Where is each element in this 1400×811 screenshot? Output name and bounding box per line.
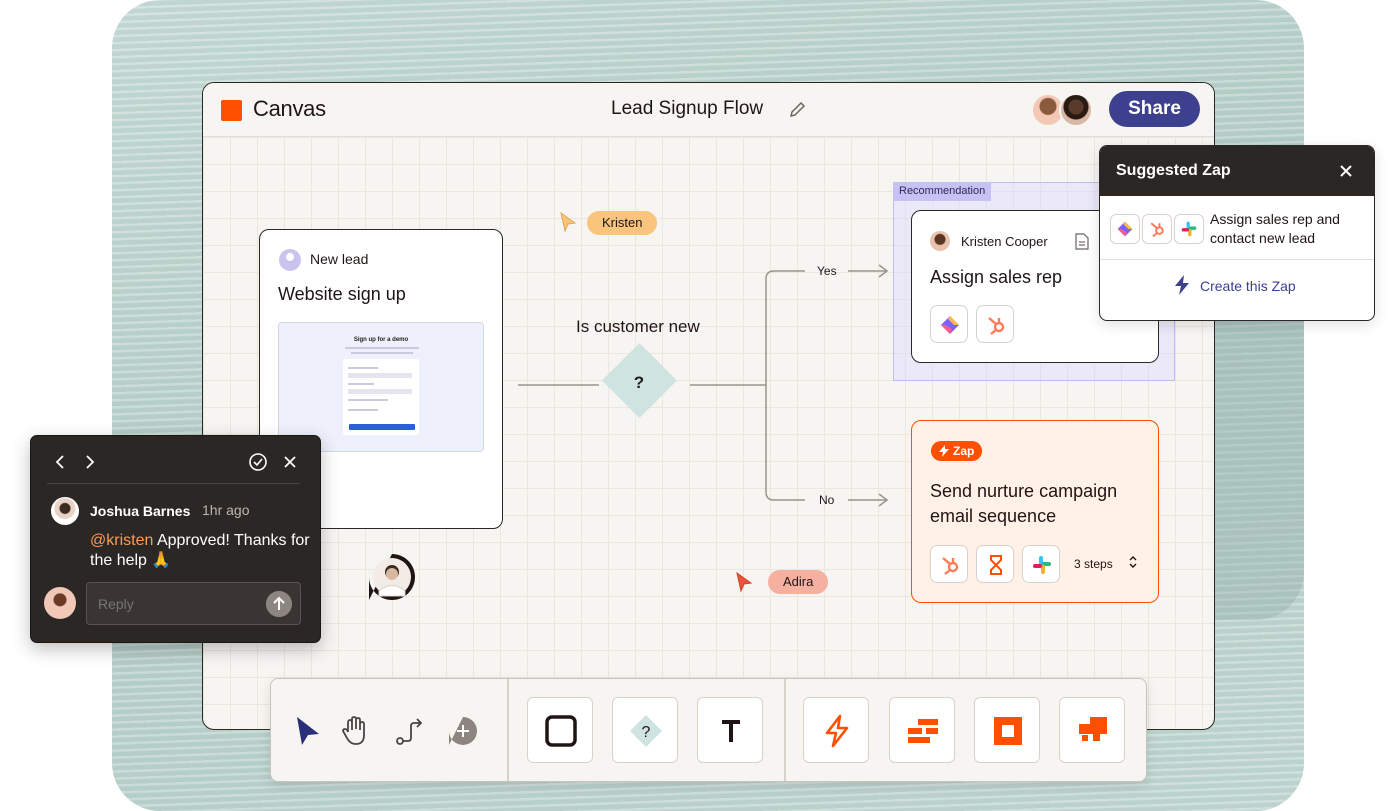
next-comment-chevron-icon[interactable] xyxy=(79,452,99,472)
user-icon xyxy=(279,249,301,271)
decision-question: Is customer new xyxy=(576,317,700,336)
divider xyxy=(784,679,786,781)
previous-comment-chevron-icon[interactable] xyxy=(51,452,71,472)
assignee-avatar xyxy=(930,231,950,251)
expand-steps-chevron-icon[interactable] xyxy=(1127,554,1139,570)
zapier-interfaces-icon xyxy=(1110,214,1140,244)
steps-count[interactable]: 3 steps xyxy=(1074,557,1113,571)
comment-thread-popup: Joshua Barnes 1hr ago @kristen Approved!… xyxy=(30,435,321,643)
chatbot-icon xyxy=(1079,717,1107,741)
tables-icon xyxy=(908,719,938,743)
trigger-kind: New lead xyxy=(310,251,369,267)
send-arrow-icon[interactable] xyxy=(266,591,292,617)
resolve-check-icon[interactable] xyxy=(248,452,268,472)
zap-tool[interactable] xyxy=(803,697,869,763)
tables-tool[interactable] xyxy=(889,697,955,763)
kristen-cursor-label: Kristen xyxy=(587,211,658,235)
add-comment-icon[interactable] xyxy=(446,714,480,748)
form-preview: Sign up for a demo xyxy=(278,322,484,452)
form-preview-title: Sign up for a demo xyxy=(353,337,409,343)
zap-bolt-icon xyxy=(1175,275,1189,295)
suggested-zap-header: Suggested Zap xyxy=(1100,146,1374,196)
form-preview-submit xyxy=(349,424,415,430)
comment-body: @kristen Approved! Thanks for the help 🙏 xyxy=(90,531,310,571)
zap-bolt-icon xyxy=(939,445,949,457)
slack-icon xyxy=(1174,214,1204,244)
adira-cursor-label: Adira xyxy=(768,570,829,594)
comment-pin-avatar[interactable] xyxy=(368,553,416,601)
hand-icon[interactable] xyxy=(339,714,373,748)
author-avatar xyxy=(51,497,79,525)
divider xyxy=(47,483,300,484)
create-zap-button[interactable]: Create this Zap xyxy=(1174,275,1296,295)
divider xyxy=(507,679,509,781)
zap-badge: Zap xyxy=(931,441,983,461)
decision-tool[interactable]: ? xyxy=(612,697,678,763)
yes-branch-label: Yes xyxy=(817,264,837,278)
divider xyxy=(1100,259,1374,260)
slack-icon xyxy=(1022,545,1060,583)
interfaces-icon xyxy=(994,717,1022,745)
comment-timestamp: 1hr ago xyxy=(202,502,250,518)
hubspot-icon xyxy=(930,545,968,583)
suggested-zap-panel: Suggested Zap Assign sales rep and conta… xyxy=(1099,145,1375,321)
zap-step-card[interactable]: Zap Send nurture campaign email sequence xyxy=(911,420,1159,603)
suggested-zap-description: Assign sales rep and contact new lead xyxy=(1210,211,1340,246)
canvas-app-window: Canvas Lead Signup Flow Share Yes No New… xyxy=(202,82,1215,730)
text-tool[interactable] xyxy=(697,697,763,763)
assignee-name: Kristen Cooper xyxy=(961,234,1048,249)
adira-cursor-icon xyxy=(736,571,753,593)
interfaces-tool[interactable] xyxy=(974,697,1040,763)
svg-text:?: ? xyxy=(642,724,651,741)
close-icon[interactable] xyxy=(1336,161,1356,181)
rectangle-icon xyxy=(545,715,577,747)
current-user-avatar xyxy=(44,587,76,619)
hourglass-icon xyxy=(976,545,1014,583)
assign-card-title: Assign sales rep xyxy=(930,267,1063,287)
bottom-toolbar: ? xyxy=(270,678,1147,782)
hubspot-icon xyxy=(976,305,1014,343)
text-icon xyxy=(722,720,740,742)
no-branch-label: No xyxy=(819,493,835,507)
chatbot-tool[interactable] xyxy=(1059,697,1125,763)
connector-icon[interactable] xyxy=(393,714,427,748)
recommendation-tag: Recommendation xyxy=(893,182,992,201)
close-icon[interactable] xyxy=(280,452,300,472)
rectangle-tool[interactable] xyxy=(527,697,593,763)
kristen-cursor-icon xyxy=(560,211,577,233)
zap-icon xyxy=(825,714,849,748)
document-icon[interactable] xyxy=(1075,233,1089,250)
decision-icon: ? xyxy=(630,715,662,747)
comment-author: Joshua Barnes xyxy=(90,503,191,519)
hubspot-icon xyxy=(1142,214,1172,244)
suggested-zap-title: Suggested Zap xyxy=(1116,162,1231,179)
select-icon[interactable] xyxy=(291,714,325,748)
zap-step-title: Send nurture campaign email sequence xyxy=(930,481,1118,526)
zapier-interfaces-icon xyxy=(930,305,968,343)
trigger-title: Website sign up xyxy=(278,284,406,304)
comment-mention[interactable]: @kristen xyxy=(90,532,153,549)
